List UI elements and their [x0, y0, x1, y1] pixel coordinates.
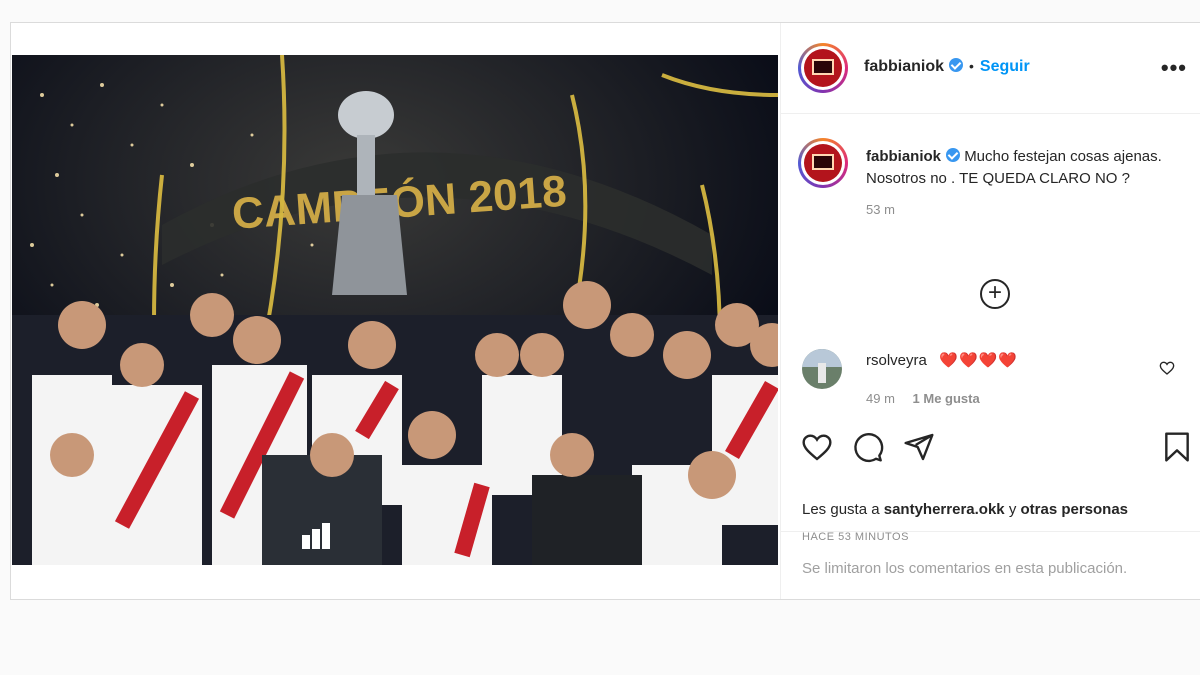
comment-meta: 49 m 1 Me gusta [866, 391, 980, 406]
load-more-comments-icon[interactable]: + [980, 279, 1010, 309]
follow-button[interactable]: Seguir [980, 58, 1030, 75]
likes-connector: y [1008, 501, 1017, 518]
caption-block: fabbianiok Mucho festejan cosas ajenas. … [866, 146, 1166, 217]
comments-limited-notice: Se limitaron los comentarios en esta pub… [781, 531, 1200, 599]
comments-limited-text: Se limitaron los comentarios en esta pub… [802, 560, 1128, 577]
likes-summary: Les gusta a santyherrera.okk y otras per… [802, 501, 1128, 518]
comment-item: rsolveyra ❤️❤️❤️❤️ [866, 351, 1018, 370]
post-header: fabbianiok • Seguir ••• [781, 23, 1200, 114]
post-photo[interactable]: CAMPEÓN 2018 [12, 55, 778, 565]
comment-likes[interactable]: 1 Me gusta [913, 391, 980, 406]
verified-badge-icon [946, 148, 961, 162]
separator-dot: • [969, 58, 974, 74]
share-icon[interactable] [903, 431, 935, 463]
caption-author-avatar[interactable] [798, 138, 848, 188]
likes-user[interactable]: santyherrera.okk [884, 501, 1005, 518]
more-options-icon[interactable]: ••• [1161, 57, 1187, 79]
caption-username[interactable]: fabbianiok [866, 148, 941, 165]
post-sidebar: fabbianiok • Seguir ••• fabbianiok Mucho f… [780, 23, 1200, 599]
verified-badge-icon [949, 58, 964, 72]
like-icon[interactable] [801, 431, 833, 463]
save-icon[interactable] [1161, 431, 1193, 463]
comment-icon[interactable] [852, 431, 884, 463]
comment-time[interactable]: 49 m [866, 391, 895, 406]
likes-prefix: Les gusta a [802, 501, 880, 518]
caption-time[interactable]: 53 m [866, 202, 1166, 217]
likes-others[interactable]: otras personas [1020, 501, 1128, 518]
author-username[interactable]: fabbianiok [864, 58, 944, 75]
commenter-avatar[interactable] [802, 349, 842, 389]
comment-text: ❤️❤️❤️❤️ [939, 352, 1019, 369]
comment-like-icon[interactable] [1159, 360, 1175, 376]
comment-username[interactable]: rsolveyra [866, 352, 927, 369]
author-avatar[interactable] [798, 43, 848, 93]
